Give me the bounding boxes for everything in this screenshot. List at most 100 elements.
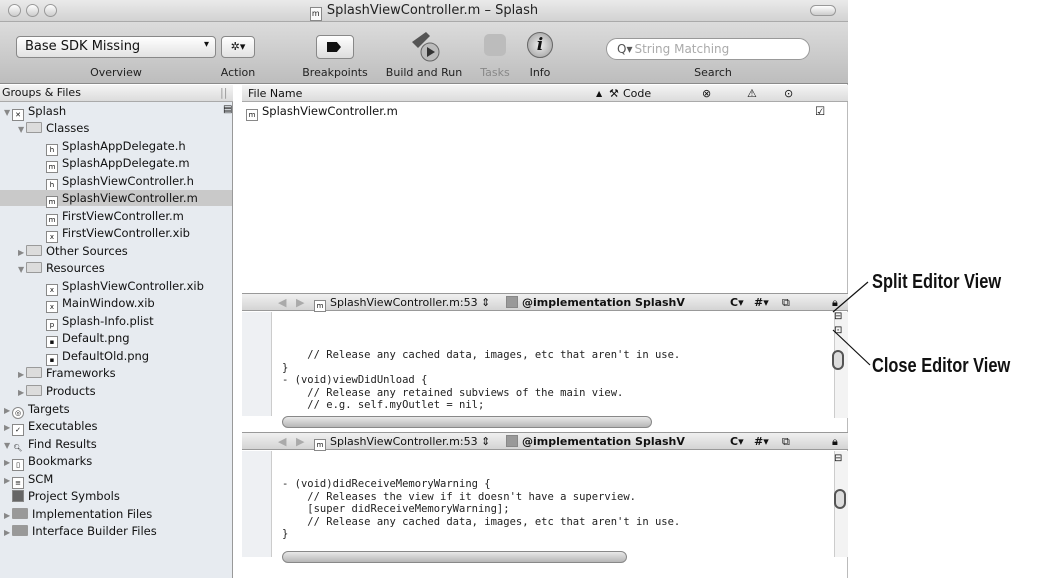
forward-arrow-icon[interactable]: ▶ (296, 435, 304, 448)
implementation-file-icon: m (46, 161, 58, 173)
back-arrow-icon[interactable]: ◀ (278, 435, 286, 448)
error-column-icon[interactable]: ⊗ (702, 87, 711, 100)
search-icon: Q▾ (617, 42, 633, 56)
split-editor-icon[interactable]: ⊟ (834, 453, 842, 464)
sidebar-item-resources[interactable]: ▼ Resources (18, 260, 105, 276)
search-field[interactable]: Q▾ String Matching (606, 38, 810, 60)
sidebar-item-file[interactable]: p Splash-Info.plist (46, 313, 154, 331)
folder-icon (26, 262, 42, 273)
groups-header[interactable]: Groups & Files || (0, 85, 233, 102)
sidebar-item-find-results[interactable]: ▼ 🔍︎ Find Results (4, 436, 97, 452)
sidebar-item-scm[interactable]: ▶ ≡ SCM (4, 471, 53, 489)
horizontal-scrollbar[interactable] (282, 416, 652, 428)
class-menu[interactable]: C▾ (730, 435, 744, 448)
sidebar-item-file[interactable]: x SplashViewController.xib (46, 278, 204, 296)
sidebar-item-bookmarks[interactable]: ▶ ▯ Bookmarks (4, 453, 92, 471)
file-list-header: File Name ▲ ⚒ Code ⊗ ⚠ ⊙ (242, 85, 848, 102)
sidebar-item-file[interactable]: h SplashAppDelegate.h (46, 138, 186, 156)
symbol-popup[interactable]: @implementation SplashV (506, 296, 685, 309)
code-column[interactable]: Code (623, 87, 651, 100)
warning-column-icon[interactable]: ⚠ (747, 87, 757, 100)
search-label: Search (694, 66, 732, 79)
file-name-column[interactable]: File Name (248, 87, 302, 100)
executable-icon: ✓ (12, 424, 24, 436)
sidebar-item-frameworks[interactable]: ▶ Frameworks (18, 365, 116, 381)
sidebar-item-other-sources[interactable]: ▶ Other Sources (18, 243, 128, 259)
sidebar-item-classes[interactable]: ▼ Classes (18, 120, 89, 136)
hammer-icon[interactable]: ⚒ (609, 87, 619, 100)
sidebar-item-selected[interactable]: m SplashViewController.m (0, 190, 232, 208)
implementation-file-icon: m (46, 196, 58, 208)
close-editor-callout: Close Editor View (872, 355, 1011, 377)
sidebar-item-products[interactable]: ▶ Products (18, 383, 96, 399)
implementation-file-icon: m (314, 439, 326, 451)
sidebar-item-file[interactable]: m SplashAppDelegate.m (46, 155, 190, 173)
implementation-file-icon: m (314, 300, 326, 312)
target-column-icon[interactable]: ⊙ (784, 87, 793, 100)
gutter (242, 451, 272, 557)
folder-icon (26, 245, 42, 256)
sidebar-item-file[interactable]: h SplashViewController.h (46, 173, 194, 191)
tasks-icon[interactable] (484, 34, 506, 56)
editor-nav-bar: ◀ ▶ m SplashViewController.m:53 ⇕ @implem… (242, 433, 848, 451)
smart-group-icon (12, 508, 28, 519)
sidebar-item-implementation-files[interactable]: ▶ Implementation Files (4, 506, 152, 522)
file-row[interactable]: m SplashViewController.m ☑ (242, 104, 848, 121)
folder-icon (26, 367, 42, 378)
info-label: Info (529, 66, 551, 79)
symbol-icon (506, 296, 518, 308)
search-placeholder: String Matching (634, 42, 730, 56)
implementation-file-icon: m (246, 109, 258, 121)
title-bar: m SplashViewController.m – Splash (0, 0, 848, 22)
folder-icon (26, 385, 42, 396)
overview-label: Overview (90, 66, 142, 79)
lock-icon[interactable]: 🔒︎ (832, 435, 838, 449)
overview-popup[interactable]: Base SDK Missing ▾ (16, 36, 216, 58)
sidebar-item-executables[interactable]: ▶ ✓ Executables (4, 418, 98, 436)
sidebar-item-file[interactable]: ▪ Default.png (46, 330, 130, 348)
sidebar-item-targets[interactable]: ▶ ◎ Targets (4, 401, 70, 419)
file-popup[interactable]: m SplashViewController.m:53 ⇕ (314, 296, 490, 312)
tasks-label: Tasks (480, 66, 510, 79)
sidebar-item-file[interactable]: m FirstViewController.m (46, 208, 184, 226)
symbol-popup[interactable]: @implementation SplashV (506, 435, 685, 448)
checkbox-checked[interactable]: ☑ (815, 104, 825, 118)
window-title: SplashViewController.m – Splash (326, 3, 539, 18)
action-button[interactable]: ✲▾ (221, 36, 255, 58)
counterpart-icon[interactable]: ⧉ (782, 296, 790, 310)
xib-file-icon: x (46, 301, 58, 313)
symbols-icon (12, 490, 24, 502)
class-menu[interactable]: C▾ (730, 296, 744, 309)
document-icon: m (309, 7, 322, 21)
smart-group-icon (12, 525, 28, 536)
gutter (242, 312, 272, 416)
action-label: Action (220, 66, 256, 79)
breakpoints-button[interactable] (316, 35, 354, 59)
back-arrow-icon[interactable]: ◀ (278, 296, 286, 309)
split-editor-callout: Split Editor View (872, 271, 1002, 293)
include-menu[interactable]: #▾ (754, 435, 769, 448)
sidebar-item-file[interactable]: x FirstViewController.xib (46, 225, 190, 243)
sidebar-item-project-symbols[interactable]: Project Symbols (12, 488, 120, 504)
code-text[interactable]: - (void)didReceiveMemoryWarning { // Rel… (282, 453, 680, 566)
editor-pane-top: ◀ ▶ m SplashViewController.m:53 ⇕ @implem… (242, 293, 848, 431)
sidebar-item-file[interactable]: x MainWindow.xib (46, 295, 155, 313)
info-icon[interactable]: i (527, 32, 553, 58)
breakpoints-label: Breakpoints (302, 66, 368, 79)
include-menu[interactable]: #▾ (754, 296, 769, 309)
file-popup[interactable]: m SplashViewController.m:53 ⇕ (314, 435, 490, 451)
sidebar-item-file[interactable]: ▪ DefaultOld.png (46, 348, 149, 366)
bookmark-icon: ▯ (12, 459, 24, 471)
horizontal-scrollbar[interactable] (282, 551, 627, 563)
build-and-run-button[interactable] (404, 30, 448, 64)
scroll-thumb[interactable] (834, 489, 846, 509)
sidebar-item-splash[interactable]: ▼ ✕ Splash (4, 103, 66, 121)
folder-icon (26, 122, 42, 133)
popup-arrows-icon: ▾ (203, 39, 209, 50)
splitter-icon[interactable]: || (220, 86, 227, 99)
toolbar-toggle-button[interactable] (810, 5, 836, 16)
counterpart-icon[interactable]: ⧉ (782, 435, 790, 449)
sdk-select-value: Base SDK Missing (25, 39, 141, 54)
forward-arrow-icon[interactable]: ▶ (296, 296, 304, 309)
sidebar-item-interface-builder-files[interactable]: ▶ Interface Builder Files (4, 523, 157, 539)
